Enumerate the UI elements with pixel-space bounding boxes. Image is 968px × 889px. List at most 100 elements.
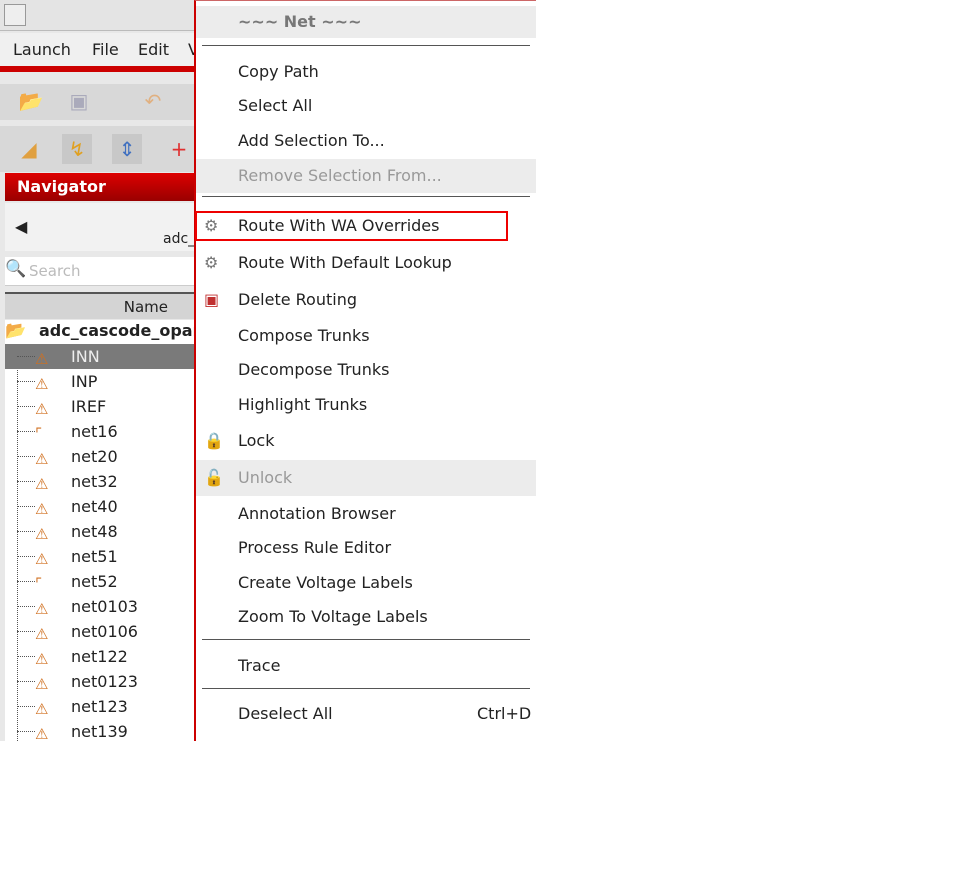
tree-connector [17,381,35,382]
tree-item-label: net123 [71,697,128,716]
net-tree: 📂 adc_cascode_opam ⚠ INN ⚠ INP ⚠ IREF ⌜ net16 ⚠ n… [5,320,194,741]
navigator-header: Navigator [5,173,194,201]
column-header-name[interactable]: Name [5,292,194,319]
menu-item-process-rule-editor[interactable]: Process Rule Editor [196,532,536,564]
tree-item[interactable]: ⚠ net0123 [5,669,194,694]
menu-item-decompose-trunks[interactable]: Decompose Trunks [196,354,536,386]
layer-tool-icon[interactable]: ⇕ [112,134,142,164]
tree-item-label: INN [71,347,100,366]
tree-connector [17,631,35,632]
tree-connector [17,531,35,532]
tree-item-label: net51 [71,547,118,566]
tree-item[interactable]: ⚠ IREF [5,394,194,419]
back-arrow-icon[interactable]: ◀ [15,217,27,236]
tree-item[interactable]: ⚠ net32 [5,469,194,494]
tree-item-label: net48 [71,522,118,541]
accent-line [0,66,194,72]
tree-item-label: net0123 [71,672,138,691]
tree-connector [17,581,35,582]
tree-item[interactable]: ⚠ net20 [5,444,194,469]
delete-routing-icon: ▣ [204,290,220,309]
crosshair-icon[interactable]: + [164,134,194,164]
menu-bar: Launch File Edit V [0,33,194,66]
menu-item-select-all[interactable]: Select All [196,90,536,122]
separator [202,196,530,197]
menu-item-trace[interactable]: Trace [196,650,536,682]
tree-item[interactable]: ⌜ net52 [5,569,194,594]
shortcut-label: Ctrl+D [477,704,532,723]
menu-launch[interactable]: Launch [13,40,71,59]
tree-item[interactable]: ⚠ net0103 [5,594,194,619]
route-gear-icon: ⚙ [204,253,219,272]
menu-item-create-voltage-labels[interactable]: Create Voltage Labels [196,567,536,599]
tree-connector [17,606,35,607]
tree-item-label: net16 [71,422,118,441]
tree-item-label: net0103 [71,597,138,616]
tree-item-label: IREF [71,397,107,416]
menu-item-remove-selection: Remove Selection From... [196,159,536,193]
separator [202,688,530,689]
navigator-path-bar: ◀ adc_ [5,203,194,251]
tree-item-label: net0106 [71,622,138,641]
undo-icon[interactable]: ↶ [138,86,168,116]
tree-item[interactable]: ⌜ net16 [5,419,194,444]
menu-item-route-default-lookup[interactable]: ⚙ Route With Default Lookup [196,247,536,279]
separator [202,45,530,46]
tree-root-label: adc_cascode_opam [39,321,194,340]
lock-icon: 🔒 [204,431,224,450]
tree-item[interactable]: ⚠ net123 [5,694,194,719]
title-bar [0,0,194,31]
menu-item-copy-path[interactable]: Copy Path [196,56,536,88]
toolbar-tools: ◢ ↯ ⇕ + [0,126,194,172]
folder-icon: 📂 [5,321,27,341]
tree-connector [17,356,35,357]
tree-item-label: net40 [71,497,118,516]
context-menu: ~~~ Net ~~~ Copy Path Select All Add Sel… [194,0,536,741]
menu-item-lock[interactable]: 🔒 Lock [196,425,536,457]
tree-connector [17,706,35,707]
tree-item[interactable]: ⚠ net122 [5,644,194,669]
tree-item[interactable]: ⚠ INP [5,369,194,394]
menu-item-highlight-trunks[interactable]: Highlight Trunks [196,389,536,421]
navigator-path: adc_ [163,231,194,247]
tree-item[interactable]: ⚠ net51 [5,544,194,569]
open-folder-icon[interactable]: 📂 [16,86,46,116]
tree-connector [17,731,35,732]
menu-file[interactable]: File [92,40,119,59]
tree-item[interactable]: ⚠ INN [5,344,194,369]
menu-item-compose-trunks[interactable]: Compose Trunks [196,320,536,352]
highlight-box [195,211,508,241]
tree-item-label: net32 [71,472,118,491]
tree-item[interactable]: ⚠ net139 [5,719,194,741]
tree-connector [17,506,35,507]
menu-edit[interactable]: Edit [138,40,169,59]
tree-connector [17,556,35,557]
tree-connector [17,406,35,407]
net-warning-icon: ⚠ [35,725,49,741]
tree-item-label: net52 [71,572,118,591]
tree-connector [17,481,35,482]
tree-connector [17,456,35,457]
tree-item[interactable]: ⚠ net0106 [5,619,194,644]
tree-item-label: net20 [71,447,118,466]
menu-item-annotation-browser[interactable]: Annotation Browser [196,498,536,530]
window-menu-button[interactable] [4,4,26,26]
search-icon: 🔍 [5,259,27,279]
left-panel: Launch File Edit V 📂 ▣ ↶ ◢ ↯ ⇕ + Navigat… [0,0,194,741]
search-field[interactable]: 🔍 Search [5,257,194,286]
route-tool-icon[interactable]: ↯ [62,134,92,164]
tree-item[interactable]: ⚠ net40 [5,494,194,519]
menu-item-zoom-voltage-labels[interactable]: Zoom To Voltage Labels [196,601,536,633]
menu-item-delete-routing[interactable]: ▣ Delete Routing [196,284,536,316]
save-icon[interactable]: ▣ [64,86,94,116]
tree-root[interactable]: 📂 adc_cascode_opam [5,318,194,343]
menu-item-add-selection[interactable]: Add Selection To... [196,125,536,157]
tree-connector [17,681,35,682]
select-tool-icon[interactable]: ◢ [14,134,44,164]
menu-item-deselect-all[interactable]: Deselect All Ctrl+D [196,698,536,730]
tree-item-label: INP [71,372,98,391]
menu-title: ~~~ Net ~~~ [196,6,536,38]
unlock-icon: 🔓 [204,468,224,487]
tree-item-label: net122 [71,647,128,666]
tree-item[interactable]: ⚠ net48 [5,519,194,544]
